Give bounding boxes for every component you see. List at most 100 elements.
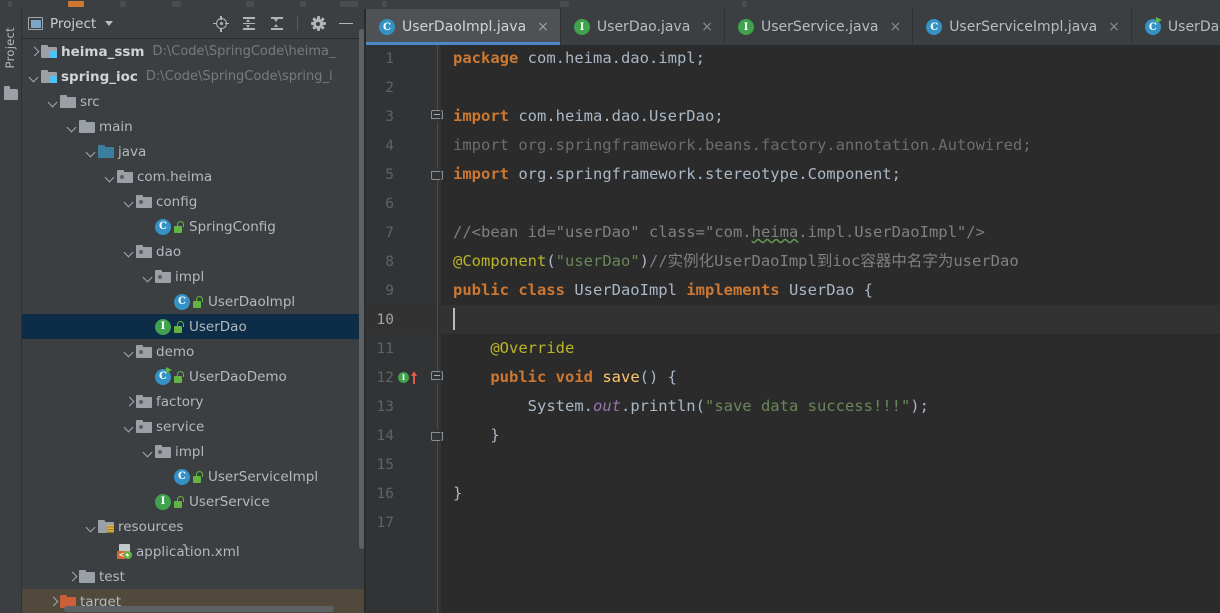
editor-gutter[interactable]: 1 2 3 4 5 6 7 8 9 10 11 12 13 14 15 16 17 I <box>366 44 443 613</box>
gutter-line[interactable]: 8 <box>366 247 440 276</box>
code-line[interactable] <box>440 305 1220 334</box>
code-line[interactable]: package com.heima.dao.impl; <box>440 44 1220 73</box>
code-line[interactable]: public class UserDaoImpl implements User… <box>440 276 1220 305</box>
code-text[interactable]: package com.heima.dao.impl; import com.he… <box>440 45 1220 613</box>
tree-item-springconfig[interactable]: C SpringConfig <box>22 214 366 239</box>
chevron-down-icon[interactable] <box>85 146 97 158</box>
implements-method-marker[interactable]: I <box>398 371 418 384</box>
chevron-down-icon[interactable] <box>142 271 154 283</box>
close-icon[interactable]: × <box>537 19 549 35</box>
chevron-right-icon[interactable] <box>123 396 135 408</box>
gutter-line[interactable]: 2 <box>366 73 440 102</box>
gutter-line[interactable]: 17 <box>366 508 440 537</box>
code-line[interactable]: } <box>440 421 1220 450</box>
chevron-down-icon[interactable] <box>66 121 78 133</box>
editor-tab-userserviceimpl-java[interactable]: C UserServiceImpl.java × <box>913 9 1132 45</box>
code-line[interactable]: import com.heima.dao.UserDao; <box>440 102 1220 131</box>
gutter-line[interactable]: 5 <box>366 160 440 189</box>
tree-item-com-heima[interactable]: com.heima <box>22 164 366 189</box>
chevron-down-icon[interactable] <box>105 21 114 26</box>
tree-item-src[interactable]: src <box>22 89 366 114</box>
tree-item-userdao[interactable]: I UserDao <box>22 314 366 339</box>
gutter-line[interactable]: 1 <box>366 44 440 73</box>
tree-item-java[interactable]: java <box>22 139 366 164</box>
code-line[interactable]: @Component("userDao")//实例化UserDaoImpl到io… <box>440 247 1220 276</box>
tree-item-demo[interactable]: demo <box>22 339 366 364</box>
tree-item-userdaodemo[interactable]: C UserDaoDemo <box>22 364 366 389</box>
tree-item-config[interactable]: config <box>22 189 366 214</box>
chevron-down-icon[interactable] <box>47 96 59 108</box>
project-tree[interactable]: heima_ssm D:\Code\SpringCode\heima_ spring… <box>22 39 366 613</box>
gear-icon[interactable] <box>306 12 330 36</box>
code-line[interactable] <box>440 189 1220 218</box>
editor-tab-userdaode[interactable]: C UserDaoDe <box>1132 9 1220 45</box>
tree-item-heima-ssm[interactable]: heima_ssm D:\Code\SpringCode\heima_ <box>22 39 366 64</box>
tree-horizontal-scrollbar[interactable] <box>64 606 334 612</box>
code-token: } <box>453 426 500 444</box>
chevron-down-icon[interactable] <box>142 446 154 458</box>
tree-item-dao[interactable]: dao <box>22 239 366 264</box>
tree-item-userservice[interactable]: I UserService <box>22 489 366 514</box>
tree-item-impl[interactable]: impl <box>22 439 366 464</box>
tree-item-impl[interactable]: impl <box>22 264 366 289</box>
tree-item-service[interactable]: service <box>22 414 366 439</box>
code-viewport[interactable]: 1 2 3 4 5 6 7 8 9 10 11 12 13 14 15 16 17 I package com.h… <box>366 45 1220 613</box>
tree-item-application-xml[interactable]: < application.xml <box>22 539 366 564</box>
tree-item-factory[interactable]: factory <box>22 389 366 414</box>
code-line[interactable]: //<bean id="userDao" class="com.heima.im… <box>440 218 1220 247</box>
tool-window-button-project[interactable]: Project <box>3 27 17 68</box>
editor-tab-bar[interactable]: C UserDaoImpl.java × I UserDao.java × I UserSer… <box>366 9 1220 45</box>
gutter-line[interactable]: 6 <box>366 189 440 218</box>
chevron-down-icon[interactable] <box>123 246 135 258</box>
chevron-down-icon[interactable] <box>123 196 135 208</box>
code-line[interactable]: import org.springframework.beans.factory… <box>440 131 1220 160</box>
gutter-line[interactable]: 13 <box>366 392 440 421</box>
gutter-line[interactable]: 4 <box>366 131 440 160</box>
close-icon[interactable]: × <box>889 19 901 35</box>
code-line[interactable]: System.out.println("save data success!!!… <box>440 392 1220 421</box>
project-panel-title-group[interactable]: Project <box>28 16 114 32</box>
expand-all-icon[interactable] <box>237 12 261 36</box>
tree-item-main[interactable]: main <box>22 114 366 139</box>
project-window-icon <box>28 17 43 30</box>
line-number: 9 <box>385 282 394 299</box>
locate-in-tree-icon[interactable] <box>209 12 233 36</box>
tree-item-userdaoimpl[interactable]: C UserDaoImpl <box>22 289 366 314</box>
code-line[interactable]: @Override <box>440 334 1220 363</box>
chevron-right-icon[interactable] <box>47 596 59 608</box>
code-line[interactable]: public void save() { <box>440 363 1220 392</box>
chevron-down-icon[interactable] <box>104 171 116 183</box>
editor-tab-userservice-java[interactable]: I UserService.java × <box>725 9 914 45</box>
code-line[interactable] <box>440 508 1220 537</box>
chevron-right-icon[interactable] <box>28 46 40 58</box>
tree-item-resources[interactable]: resources <box>22 514 366 539</box>
folder-icon[interactable] <box>4 86 18 100</box>
gutter-line[interactable]: 10 <box>366 305 440 334</box>
collapse-all-icon[interactable] <box>265 12 289 36</box>
chevron-down-icon[interactable] <box>123 421 135 433</box>
editor-tab-userdao-java[interactable]: I UserDao.java × <box>561 9 726 45</box>
tree-item-spring-ioc[interactable]: spring_ioc D:\Code\SpringCode\spring_i <box>22 64 366 89</box>
chevron-down-icon[interactable] <box>123 346 135 358</box>
gutter-line[interactable]: 16 <box>366 479 440 508</box>
public-modifier-icon <box>174 320 185 333</box>
gutter-line[interactable]: 11 <box>366 334 440 363</box>
tree-item-test[interactable]: test <box>22 564 366 589</box>
chevron-right-icon[interactable] <box>66 571 78 583</box>
chevron-down-icon[interactable] <box>28 71 40 83</box>
gutter-line[interactable]: 15 <box>366 450 440 479</box>
chevron-down-icon[interactable] <box>85 521 97 533</box>
minimize-icon[interactable] <box>334 12 358 36</box>
code-line[interactable] <box>440 73 1220 102</box>
gutter-line[interactable]: 9 <box>366 276 440 305</box>
code-line[interactable]: } <box>440 479 1220 508</box>
gutter-line[interactable]: 7 <box>366 218 440 247</box>
close-icon[interactable]: × <box>701 19 713 35</box>
close-icon[interactable]: × <box>1108 19 1120 35</box>
code-line[interactable] <box>440 450 1220 479</box>
code-line[interactable]: import org.springframework.stereotype.Co… <box>440 160 1220 189</box>
editor-tab-userdaoimpl-java[interactable]: C UserDaoImpl.java × <box>366 9 561 45</box>
gutter-line[interactable]: 14 <box>366 421 440 450</box>
gutter-line[interactable]: 3 <box>366 102 440 131</box>
tree-item-userserviceimpl[interactable]: C UserServiceImpl <box>22 464 366 489</box>
